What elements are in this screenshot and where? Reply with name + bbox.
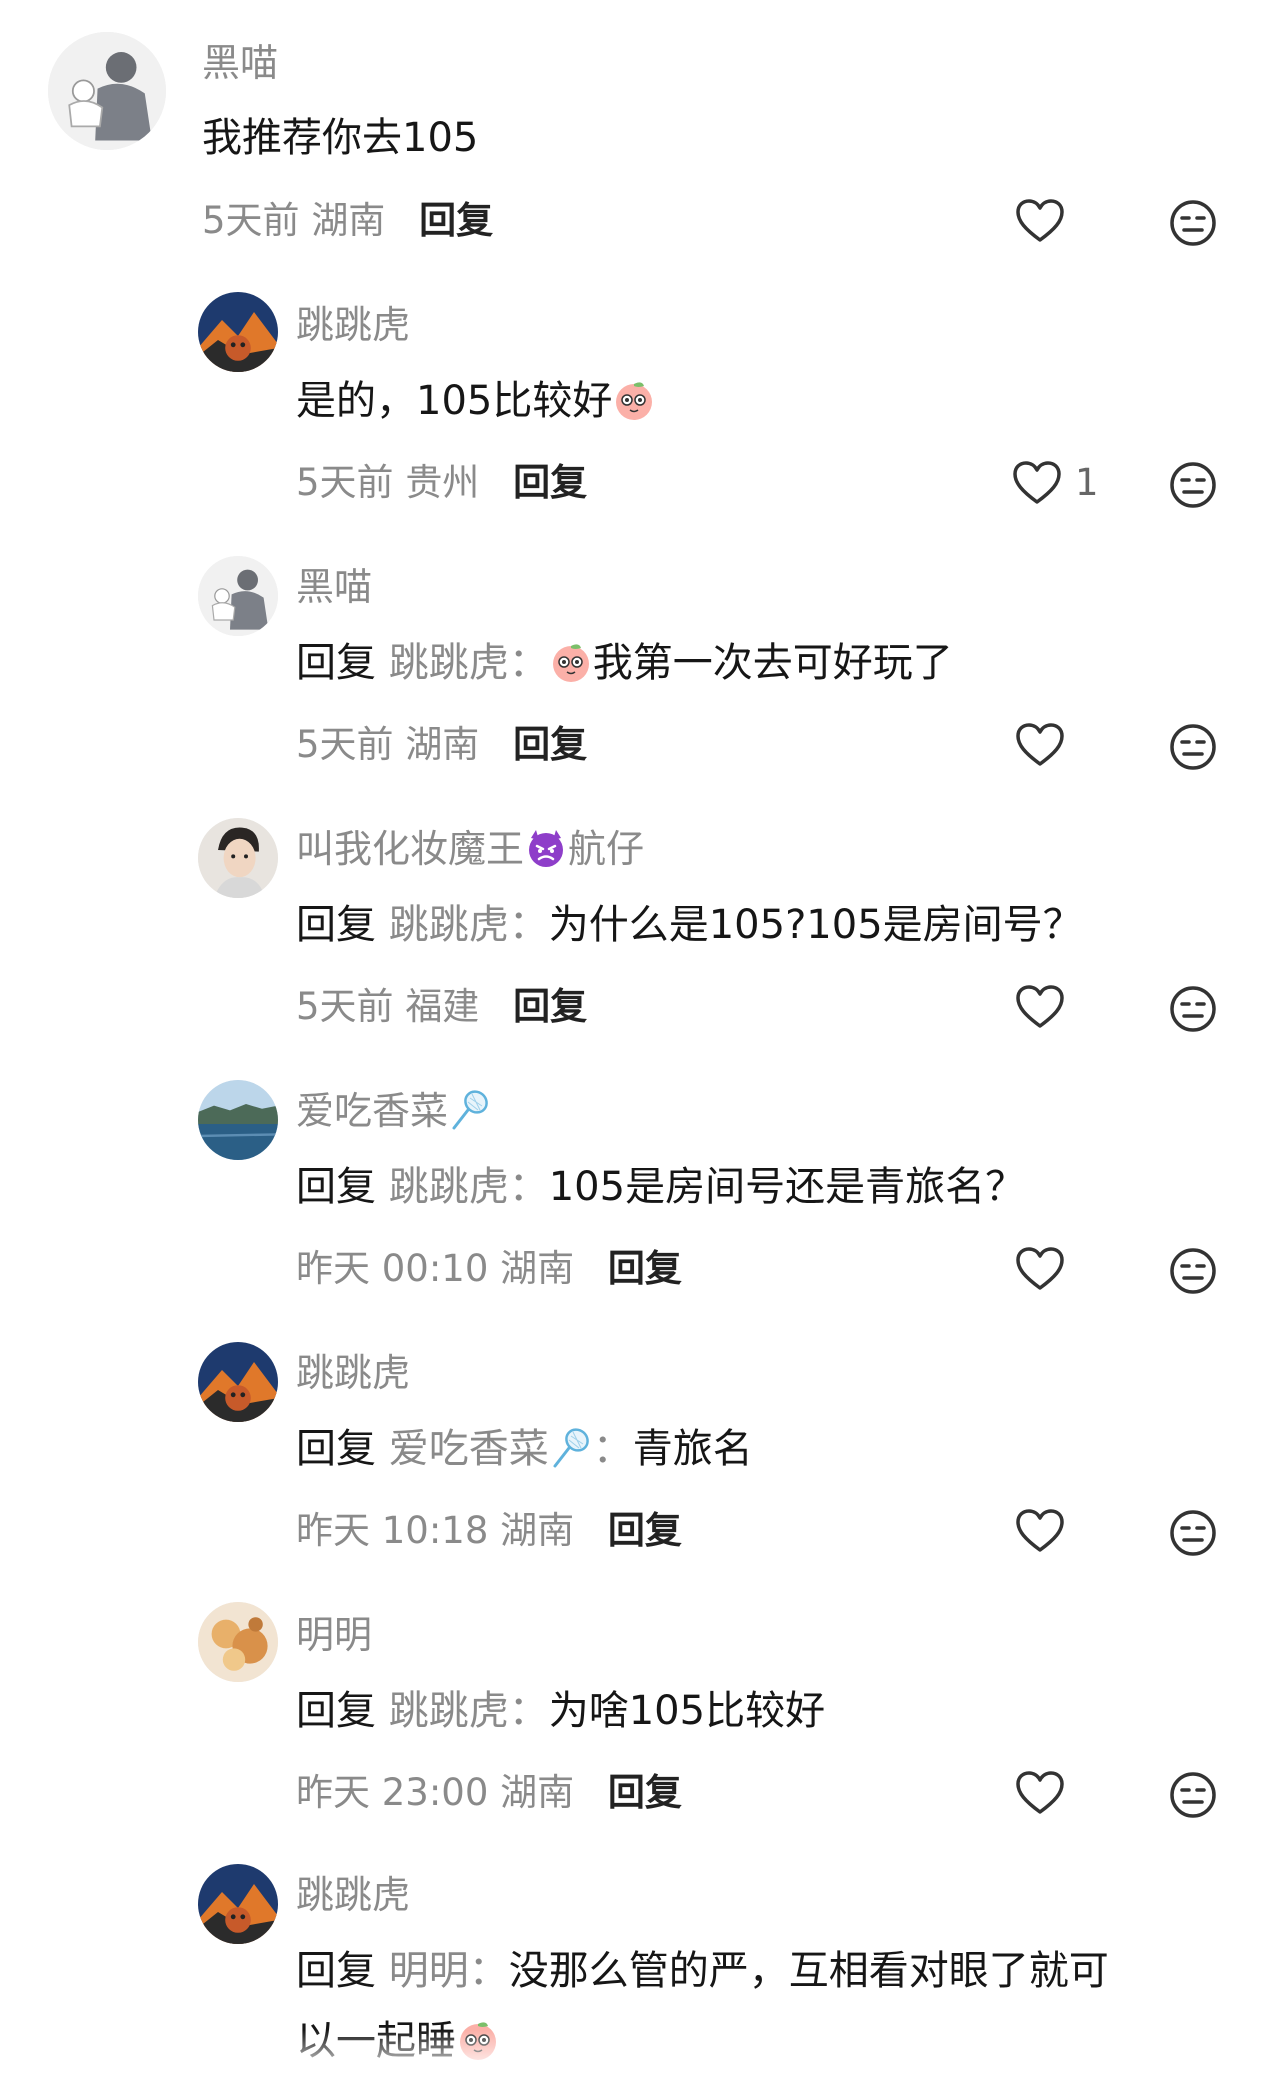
comment-text-content: 是的，105比较好: [296, 378, 613, 424]
reply-target-colon: ：: [592, 1426, 633, 1472]
reply-target-name[interactable]: 跳跳虎：: [389, 1164, 549, 1210]
heart-outline-icon[interactable]: [1015, 1508, 1065, 1554]
comment-text: 回复 跳跳虎：为啥105比较好: [296, 1684, 825, 1738]
heart-outline-icon[interactable]: [1012, 460, 1062, 506]
neutral-face-icon[interactable]: [1168, 722, 1218, 772]
comment-meta: 5天前 湖南 回复: [202, 196, 493, 246]
commenter-name[interactable]: 跳跳虎: [296, 300, 410, 350]
comment-meta: 5天前 贵州 回复: [296, 458, 587, 508]
comment-text: 回复 爱吃香菜 ：青旅名: [296, 1422, 753, 1476]
comment-meta: 5天前 湖南 回复: [296, 720, 587, 770]
commenter-name-text: 叫我化妆魔王: [296, 827, 525, 871]
commenter-name-suffix: 航仔: [568, 827, 645, 871]
comment-time: 5天前: [296, 461, 394, 504]
reply-button[interactable]: 回复: [608, 1247, 682, 1290]
comment-text: 我推荐你去105: [202, 115, 479, 161]
avatar[interactable]: [198, 1864, 278, 1944]
comment-location: 贵州: [405, 461, 480, 504]
comment-location: 湖南: [500, 1771, 575, 1814]
commenter-name-text: 爱吃香菜: [296, 1089, 449, 1133]
neutral-face-icon[interactable]: [1168, 1508, 1218, 1558]
comment-location: 湖南: [500, 1247, 575, 1290]
commenter-name[interactable]: 明明: [296, 1610, 372, 1660]
reply-button[interactable]: 回复: [608, 1509, 682, 1552]
reply-button[interactable]: 回复: [419, 199, 493, 242]
reply-prefix: 回复: [296, 1688, 376, 1734]
angry-devil-emoji: [524, 826, 568, 870]
comment-meta: 昨天 23:00 湖南 回复: [296, 1768, 682, 1818]
heart-outline-icon[interactable]: [1015, 1246, 1065, 1292]
comment-text: 回复 跳跳虎：为什么是105?105是房间号？: [296, 898, 1083, 952]
commenter-name[interactable]: 跳跳虎: [296, 1348, 410, 1398]
neutral-face-icon[interactable]: [1168, 460, 1218, 510]
commenter-name[interactable]: 黑喵: [202, 38, 278, 88]
reply-button[interactable]: 回复: [513, 461, 587, 504]
comment-time: 昨天 10:18: [296, 1509, 489, 1552]
comment-time: 昨天 00:10: [296, 1247, 489, 1290]
commenter-name[interactable]: 跳跳虎: [296, 1870, 410, 1920]
comment-text: 是的，105比较好: [296, 374, 656, 428]
avatar[interactable]: [198, 1602, 278, 1682]
comment-location: 湖南: [405, 723, 480, 766]
commenter-name[interactable]: 黑喵: [296, 562, 372, 612]
neutral-face-icon[interactable]: [1168, 984, 1218, 1034]
comment-location: 福建: [405, 985, 480, 1028]
comment-time: 5天前: [296, 723, 394, 766]
heart-outline-icon[interactable]: [1015, 1770, 1065, 1816]
like-count: 1: [1075, 461, 1099, 504]
comment-time: 昨天 23:00: [296, 1771, 489, 1814]
comment-location: 湖南: [311, 199, 386, 242]
comment-text-content: 105是房间号还是青旅名？: [548, 1164, 1026, 1210]
avatar[interactable]: [198, 1080, 278, 1160]
neutral-face-icon[interactable]: [1168, 198, 1218, 248]
comment-location: 湖南: [500, 1509, 575, 1552]
reply-prefix: 回复: [296, 1164, 376, 1210]
comment-text: 回复 明明：没那么管的严，互相看对眼了就可: [296, 1944, 1109, 1998]
reply-button[interactable]: 回复: [608, 1771, 682, 1814]
avatar[interactable]: [198, 1342, 278, 1422]
heart-outline-icon[interactable]: [1015, 722, 1065, 768]
reply-prefix: 回复: [296, 640, 376, 686]
comment-text-content: 青旅名: [632, 1426, 753, 1472]
comment-meta: 5天前 福建 回复: [296, 982, 587, 1032]
badminton-racket-emoji: [448, 1088, 492, 1132]
avatar[interactable]: [48, 32, 166, 150]
comment-text-content: 没那么管的严，互相看对眼了就可: [508, 1948, 1109, 1994]
neutral-face-icon[interactable]: [1168, 1770, 1218, 1820]
peach-face-emoji: [549, 640, 593, 684]
comment-time: 5天前: [296, 985, 394, 1028]
reply-target-name[interactable]: 明明：: [389, 1948, 509, 1994]
bottom-fade: [0, 2030, 1280, 2076]
comment-text-content: 为什么是105?105是房间号？: [548, 902, 1083, 948]
comment-text-content: 我第一次去可好玩了: [592, 640, 953, 686]
reply-prefix: 回复: [296, 1426, 376, 1472]
commenter-name[interactable]: 叫我化妆魔王 航仔: [296, 824, 644, 874]
reply-target-name[interactable]: 跳跳虎：: [389, 1688, 549, 1734]
reply-prefix: 回复: [296, 1948, 376, 1994]
badminton-racket-emoji: [549, 1426, 593, 1470]
comment-meta: 昨天 10:18 湖南 回复: [296, 1506, 682, 1556]
avatar[interactable]: [198, 818, 278, 898]
heart-outline-icon[interactable]: [1015, 984, 1065, 1030]
avatar[interactable]: [198, 292, 278, 372]
reply-button[interactable]: 回复: [513, 985, 587, 1028]
reply-prefix: 回复: [296, 902, 376, 948]
heart-outline-icon[interactable]: [1015, 198, 1065, 244]
comment-text: 回复 跳跳虎： 我第一次去可好玩了: [296, 636, 953, 690]
comment-time: 5天前: [202, 199, 300, 242]
comment-text-content: 为啥105比较好: [548, 1688, 826, 1734]
avatar[interactable]: [198, 556, 278, 636]
peach-face-emoji: [612, 378, 656, 422]
reply-button[interactable]: 回复: [513, 723, 587, 766]
reply-target-name[interactable]: 跳跳虎：: [389, 640, 549, 686]
comment-text: 回复 跳跳虎：105是房间号还是青旅名？: [296, 1160, 1025, 1214]
comment-meta: 昨天 00:10 湖南 回复: [296, 1244, 682, 1294]
reply-target-name[interactable]: 爱吃香菜: [389, 1426, 549, 1472]
neutral-face-icon[interactable]: [1168, 1246, 1218, 1296]
reply-target-name[interactable]: 跳跳虎：: [389, 902, 549, 948]
commenter-name[interactable]: 爱吃香菜: [296, 1086, 492, 1136]
